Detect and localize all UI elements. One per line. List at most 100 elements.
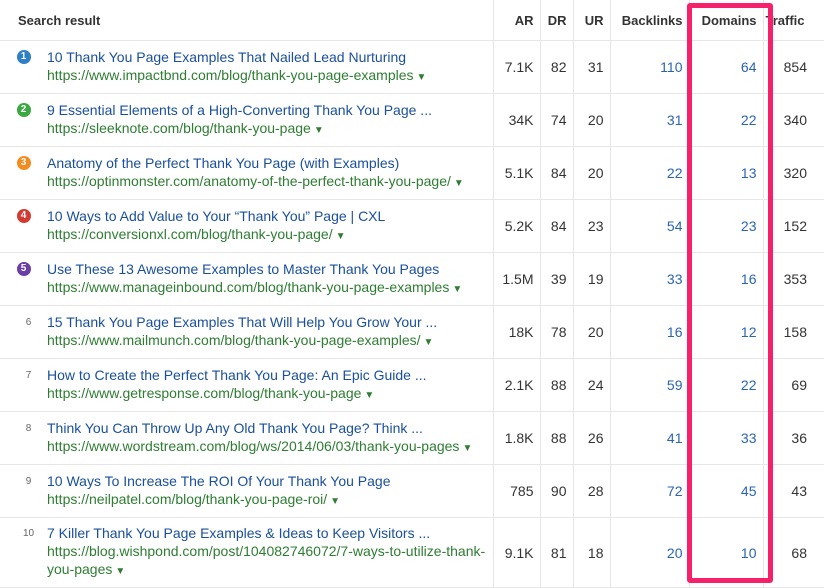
result-cell: 1 10 Thank You Page Examples That Nailed…: [0, 40, 494, 94]
table-row: 2 9 Essential Elements of a High-Convert…: [0, 93, 824, 147]
ar-value: 2.1K: [493, 358, 541, 412]
caret-down-icon[interactable]: ▼: [336, 231, 346, 242]
table-row: 8 Think You Can Throw Up Any Old Thank Y…: [0, 411, 824, 465]
header-backlinks[interactable]: Backlinks: [610, 0, 690, 41]
traffic-value: 158: [763, 305, 824, 359]
backlinks-value[interactable]: 33: [610, 252, 690, 306]
backlinks-value[interactable]: 20: [610, 517, 690, 588]
caret-down-icon[interactable]: ▼: [452, 284, 462, 295]
result-cell: 10 7 Killer Thank You Page Examples & Id…: [0, 517, 494, 588]
result-title-link[interactable]: 7 Killer Thank You Page Examples & Ideas…: [47, 524, 489, 542]
backlinks-value[interactable]: 110: [610, 40, 690, 94]
domains-value[interactable]: 22: [689, 358, 764, 412]
backlinks-value[interactable]: 31: [610, 93, 690, 147]
domains-value[interactable]: 12: [689, 305, 764, 359]
rank-badge: 5: [16, 261, 31, 276]
rank-number: 7: [25, 369, 32, 381]
traffic-value: 43: [763, 464, 824, 518]
result-url-link[interactable]: https://www.getresponse.com/blog/thank-y…: [47, 385, 361, 401]
header-ar[interactable]: AR: [493, 0, 541, 41]
result-title-link[interactable]: 10 Ways to Add Value to Your “Thank You”…: [47, 207, 489, 225]
result-title-link[interactable]: 15 Thank You Page Examples That Will Hel…: [47, 313, 489, 331]
result-cell: 2 9 Essential Elements of a High-Convert…: [0, 93, 494, 147]
search-results-table: Search result AR DR UR Backlinks Domains…: [0, 0, 824, 588]
ar-value: 1.8K: [493, 411, 541, 465]
domains-value[interactable]: 45: [689, 464, 764, 518]
ar-value: 5.2K: [493, 199, 541, 253]
backlinks-value[interactable]: 72: [610, 464, 690, 518]
ur-value: 28: [573, 464, 611, 518]
traffic-value: 320: [763, 146, 824, 200]
result-cell: 8 Think You Can Throw Up Any Old Thank Y…: [0, 411, 494, 465]
dr-value: 88: [540, 411, 574, 465]
result-url-link[interactable]: https://www.wordstream.com/blog/ws/2014/…: [47, 438, 459, 454]
ur-value: 24: [573, 358, 611, 412]
caret-down-icon[interactable]: ▼: [462, 443, 472, 454]
result-url-link[interactable]: https://www.manageinbound.com/blog/thank…: [47, 279, 449, 295]
caret-down-icon[interactable]: ▼: [364, 390, 374, 401]
result-cell: 9 10 Ways To Increase The ROI Of Your Th…: [0, 464, 494, 518]
dr-value: 88: [540, 358, 574, 412]
ar-value: 7.1K: [493, 40, 541, 94]
result-title-link[interactable]: 9 Essential Elements of a High-Convertin…: [47, 101, 489, 119]
table-row: 10 7 Killer Thank You Page Examples & Id…: [0, 517, 824, 588]
rank-number: 6: [25, 316, 32, 328]
table-row: 4 10 Ways to Add Value to Your “Thank Yo…: [0, 199, 824, 253]
dr-value: 74: [540, 93, 574, 147]
domains-value[interactable]: 22: [689, 93, 764, 147]
ar-value: 5.1K: [493, 146, 541, 200]
rank-number: 8: [25, 422, 32, 434]
result-url-link[interactable]: https://sleeknote.com/blog/thank-you-pag…: [47, 120, 311, 136]
domains-value[interactable]: 64: [689, 40, 764, 94]
backlinks-value[interactable]: 22: [610, 146, 690, 200]
domains-value[interactable]: 16: [689, 252, 764, 306]
rank-number: 10: [22, 528, 35, 539]
result-url-link[interactable]: https://www.impactbnd.com/blog/thank-you…: [47, 67, 414, 83]
ar-value: 1.5M: [493, 252, 541, 306]
domains-value[interactable]: 10: [689, 517, 764, 588]
header-dr[interactable]: DR: [540, 0, 574, 41]
header-domains[interactable]: Domains: [689, 0, 764, 41]
backlinks-value[interactable]: 59: [610, 358, 690, 412]
caret-down-icon[interactable]: ▼: [424, 337, 434, 348]
backlinks-value[interactable]: 54: [610, 199, 690, 253]
result-title-link[interactable]: 10 Thank You Page Examples That Nailed L…: [47, 48, 489, 66]
ar-value: 9.1K: [493, 517, 541, 588]
ur-value: 20: [573, 93, 611, 147]
result-url-link[interactable]: https://optinmonster.com/anatomy-of-the-…: [47, 173, 451, 189]
result-url-link[interactable]: https://neilpatel.com/blog/thank-you-pag…: [47, 491, 327, 507]
result-title-link[interactable]: Use These 13 Awesome Examples to Master …: [47, 260, 489, 278]
backlinks-value[interactable]: 16: [610, 305, 690, 359]
rank-badge: 1: [16, 49, 31, 64]
table-row: 3 Anatomy of the Perfect Thank You Page …: [0, 146, 824, 200]
header-traffic[interactable]: Traffic: [763, 0, 824, 41]
domains-value[interactable]: 23: [689, 199, 764, 253]
traffic-value: 36: [763, 411, 824, 465]
result-url-link[interactable]: https://blog.wishpond.com/post/104082746…: [47, 543, 485, 577]
caret-down-icon[interactable]: ▼: [417, 72, 427, 83]
caret-down-icon[interactable]: ▼: [330, 496, 340, 507]
header-ur[interactable]: UR: [573, 0, 611, 41]
result-url-link[interactable]: https://conversionxl.com/blog/thank-you-…: [47, 226, 333, 242]
domains-value[interactable]: 33: [689, 411, 764, 465]
traffic-value: 340: [763, 93, 824, 147]
rank-badge: 2: [16, 102, 31, 117]
result-url-link[interactable]: https://www.mailmunch.com/blog/thank-you…: [47, 332, 421, 348]
domains-value[interactable]: 13: [689, 146, 764, 200]
header-search-result[interactable]: Search result: [0, 0, 494, 41]
result-title-link[interactable]: How to Create the Perfect Thank You Page…: [47, 366, 489, 384]
result-title-link[interactable]: Anatomy of the Perfect Thank You Page (w…: [47, 154, 489, 172]
result-title-link[interactable]: 10 Ways To Increase The ROI Of Your Than…: [47, 472, 489, 490]
traffic-value: 353: [763, 252, 824, 306]
ur-value: 26: [573, 411, 611, 465]
ar-value: 34K: [493, 93, 541, 147]
result-title-link[interactable]: Think You Can Throw Up Any Old Thank You…: [47, 419, 489, 437]
caret-down-icon[interactable]: ▼: [314, 125, 324, 136]
result-cell: 4 10 Ways to Add Value to Your “Thank Yo…: [0, 199, 494, 253]
caret-down-icon[interactable]: ▼: [115, 566, 125, 577]
caret-down-icon[interactable]: ▼: [454, 178, 464, 189]
rank-badge: 4: [16, 208, 31, 223]
backlinks-value[interactable]: 41: [610, 411, 690, 465]
result-cell: 6 15 Thank You Page Examples That Will H…: [0, 305, 494, 359]
traffic-value: 854: [763, 40, 824, 94]
